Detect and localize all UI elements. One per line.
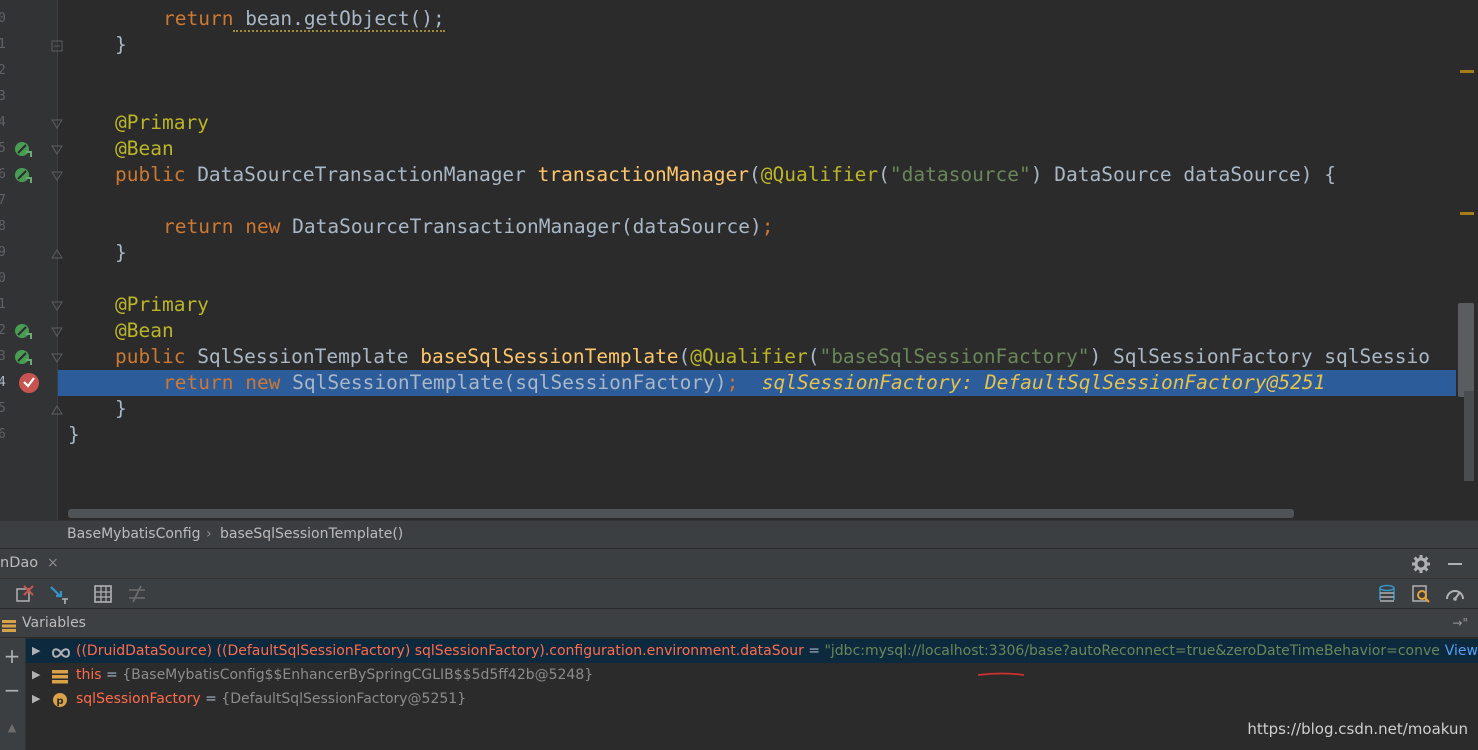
code-line: } — [115, 241, 127, 264]
expand-arrow-icon[interactable]: ▶ — [32, 687, 40, 711]
code-line: } — [68, 423, 80, 446]
red-underline-annotation — [978, 672, 1024, 676]
editor-gutter[interactable]: 0 1 2 3 4 5 6 7 8 9 0 1 2 3 4 5 6 — [0, 0, 63, 520]
code-line: @Bean — [115, 319, 174, 342]
drop-frame-icon[interactable] — [14, 583, 36, 605]
line-number: 4 — [0, 115, 6, 130]
code-line: @Bean — [115, 137, 174, 160]
line-number: 8 — [0, 219, 6, 234]
expand-arrow-icon[interactable]: ▶ — [32, 639, 40, 663]
spring-bean-icon[interactable] — [14, 166, 34, 184]
variables-header: Variables →" — [0, 608, 1478, 638]
evaluate-expression-icon[interactable] — [92, 583, 114, 605]
close-icon[interactable]: × — [47, 549, 59, 577]
object-stack-icon — [52, 668, 68, 684]
inline-debug-value: sqlSessionFactory: DefaultSqlSessionFact… — [761, 371, 1326, 394]
variable-row[interactable]: ▶ p sqlSessionFactory = {DefaultSqlSessi… — [26, 687, 1478, 711]
step-filter-icon[interactable] — [48, 583, 70, 605]
code-editor[interactable]: 0 1 2 3 4 5 6 7 8 9 0 1 2 3 4 5 6 return… — [0, 0, 1478, 520]
breadcrumb-method[interactable]: baseSqlSessionTemplate() — [220, 521, 403, 548]
watch-infinity-icon — [51, 644, 71, 658]
variable-row[interactable]: ▶ this = {BaseMybatisConfig$$EnhancerByS… — [26, 663, 1478, 687]
spring-bean-icon[interactable] — [14, 140, 34, 158]
view-link[interactable]: View — [1440, 639, 1478, 663]
line-number: 7 — [0, 193, 6, 208]
code-area[interactable]: return bean.getObject(); } @Primary @Bea… — [58, 0, 1456, 506]
breadcrumb-class[interactable]: BaseMybatisConfig — [67, 521, 201, 548]
line-number: 2 — [0, 323, 6, 338]
line-number: 5 — [0, 401, 6, 416]
code-line: @Primary — [115, 111, 209, 134]
line-number: 6 — [0, 427, 6, 442]
code-line: public DataSourceTransactionManager tran… — [115, 163, 1337, 186]
parameter-p-icon: p — [52, 692, 68, 707]
debug-toolbar — [0, 578, 1478, 608]
editor-vertical-scrollbar[interactable] — [1456, 0, 1478, 520]
code-line: } — [115, 397, 127, 420]
debug-session-tab[interactable]: nDao — [0, 549, 38, 578]
warning-marker[interactable] — [1460, 212, 1474, 215]
variables-side-toolbar: + − ▲ — [0, 638, 26, 750]
svg-text:p: p — [56, 696, 63, 707]
gear-icon[interactable] — [1410, 553, 1432, 575]
line-number: 3 — [0, 89, 6, 104]
breakpoint-icon[interactable] — [19, 373, 39, 393]
spring-bean-icon[interactable] — [14, 322, 34, 340]
trace-current-stream-icon[interactable] — [126, 583, 148, 605]
variable-row[interactable]: ▶ ((DruidDataSource) ((DefaultSqlSession… — [26, 639, 1478, 663]
variables-title: Variables — [22, 615, 86, 631]
code-line: @Primary — [115, 293, 209, 316]
breadcrumb-separator: › — [206, 526, 212, 542]
breadcrumb: BaseMybatisConfig › baseSqlSessionTempla… — [0, 520, 1478, 548]
line-number: 5 — [0, 141, 6, 156]
line-number: 2 — [0, 63, 6, 78]
variables-icon — [2, 617, 16, 632]
add-watch-button[interactable]: + — [2, 646, 22, 666]
restore-layout-icon[interactable] — [1376, 583, 1398, 605]
code-line: return new DataSourceTransactionManager(… — [163, 215, 774, 238]
scrollbar-thumb[interactable] — [1458, 303, 1474, 397]
code-line: public SqlSessionTemplate baseSqlSession… — [115, 345, 1430, 368]
watermark: https://blog.csdn.net/moakun — [1247, 720, 1468, 738]
debug-tab-bar: nDao × — [0, 548, 1478, 578]
minimize-icon[interactable] — [1444, 553, 1466, 575]
spring-bean-icon[interactable] — [14, 348, 34, 366]
line-number: 6 — [0, 167, 6, 182]
expand-arrow-icon[interactable]: ▶ — [32, 663, 40, 687]
scroll-up-icon[interactable]: ▲ — [2, 718, 22, 738]
pin-icon[interactable]: →" — [1452, 609, 1468, 638]
code-line: } — [115, 33, 127, 56]
remove-watch-button[interactable]: − — [2, 680, 22, 700]
editor-horizontal-scrollbar[interactable] — [68, 509, 1294, 518]
code-line: return bean.getObject(); — [163, 7, 445, 32]
line-number: 0 — [0, 11, 6, 26]
line-number: 0 — [0, 271, 6, 286]
line-number: 1 — [0, 297, 6, 312]
warning-marker[interactable] — [1460, 70, 1474, 73]
line-number: 4 — [0, 375, 6, 390]
current-execution-line: return new SqlSessionTemplate(sqlSession… — [58, 370, 1456, 396]
overhead-icon[interactable] — [1444, 583, 1466, 605]
line-number: 1 — [0, 37, 6, 52]
scrollbar-track-highlight — [1464, 391, 1474, 481]
memory-view-icon[interactable] — [1410, 583, 1432, 605]
line-number: 9 — [0, 245, 6, 260]
line-number: 3 — [0, 349, 6, 364]
